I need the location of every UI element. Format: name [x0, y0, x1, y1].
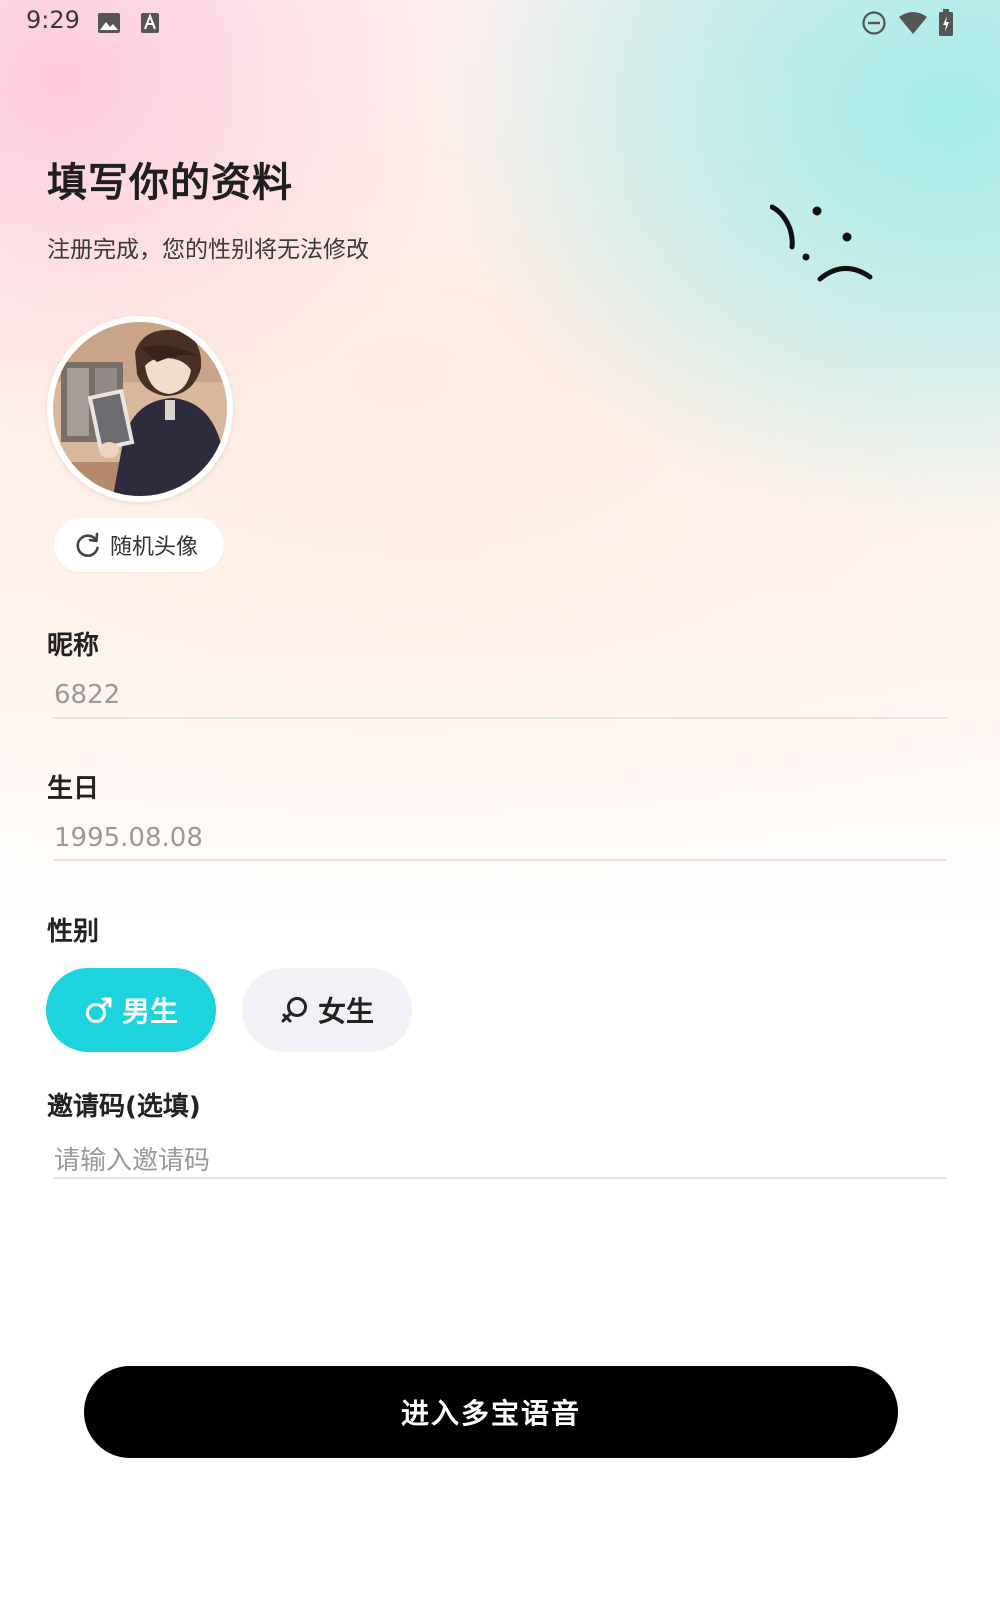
gender-male-button[interactable]: 男生 — [46, 968, 216, 1052]
page-subtitle: 注册完成，您的性别将无法修改 — [47, 237, 369, 263]
nickname-underline — [53, 717, 947, 719]
nickname-input[interactable]: 6822 — [54, 680, 120, 710]
refresh-icon — [76, 532, 99, 557]
status-time: 9:29 — [26, 6, 80, 34]
page-title: 填写你的资料 — [47, 160, 293, 206]
avatar[interactable] — [47, 316, 233, 502]
nickname-label: 昵称 — [47, 631, 100, 661]
gender-male-label: 男生 — [121, 995, 178, 1028]
wifi-icon — [899, 12, 927, 34]
gender-label: 性别 — [47, 917, 100, 947]
gender-female-button[interactable]: 女生 — [242, 968, 412, 1052]
random-avatar-button[interactable]: 随机头像 — [54, 518, 224, 572]
invite-input[interactable]: 请输入邀请码 — [54, 1140, 210, 1177]
avatar-illustration — [53, 322, 227, 496]
image-icon — [98, 13, 120, 33]
female-symbol-icon — [281, 997, 307, 1023]
birthday-underline — [53, 859, 947, 861]
enter-app-button[interactable]: 进入多宝语音 — [84, 1366, 898, 1458]
invite-label: 邀请码(选填) — [47, 1092, 201, 1122]
random-avatar-label: 随机头像 — [110, 535, 199, 560]
gender-female-label: 女生 — [317, 995, 374, 1028]
do-not-disturb-icon — [862, 11, 886, 35]
battery-charging-icon — [939, 9, 953, 36]
text-a-icon — [141, 13, 159, 33]
birthday-input[interactable]: 1995.08.08 — [54, 823, 203, 853]
male-symbol-icon — [85, 997, 112, 1023]
birthday-label: 生日 — [47, 774, 100, 804]
invite-underline — [53, 1177, 947, 1179]
sad-face-icon — [770, 204, 873, 282]
